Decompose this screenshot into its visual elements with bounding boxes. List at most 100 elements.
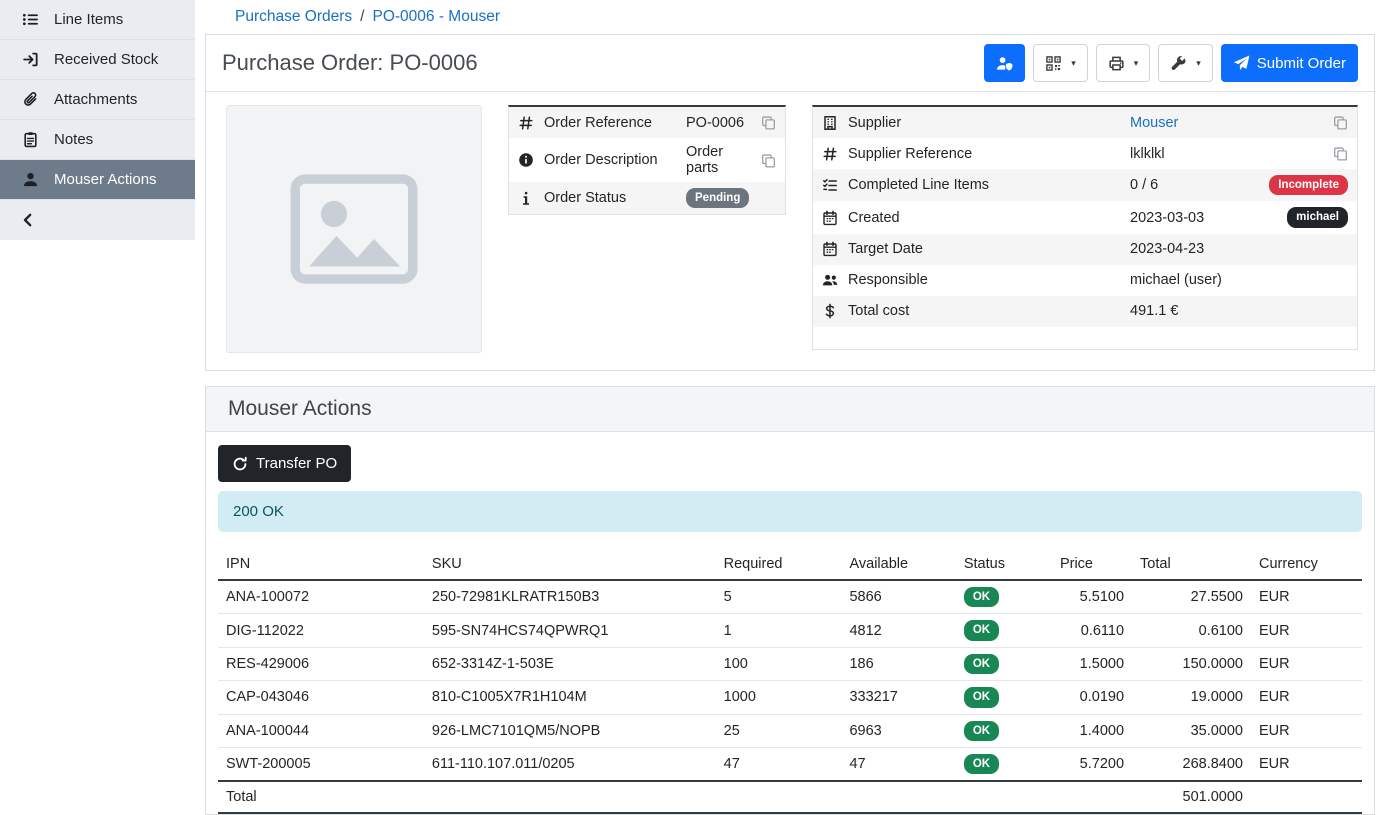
mouser-actions-body: Transfer PO 200 OK IPNSKURequiredAvailab… bbox=[206, 432, 1374, 814]
wrench-icon bbox=[1170, 55, 1187, 72]
cell-sku: 652-3314Z-1-503E bbox=[424, 647, 716, 680]
detail-row-supplier: Supplier Mouser bbox=[813, 107, 1357, 138]
detail-row-responsible: Responsiblemichael (user) bbox=[813, 265, 1357, 296]
detail-label: Supplier Reference bbox=[848, 146, 1120, 162]
cell-currency: EUR bbox=[1251, 747, 1362, 781]
detail-label: Supplier bbox=[848, 115, 1120, 131]
total-label: Total bbox=[218, 781, 424, 813]
paper-plane-icon bbox=[1233, 55, 1250, 72]
footer-cell bbox=[841, 781, 955, 813]
order-actions-button[interactable]: ▾ bbox=[1158, 44, 1213, 82]
info-icon bbox=[518, 190, 534, 206]
detail-value: PO-0006 bbox=[686, 115, 751, 131]
status-ok-badge: OK bbox=[964, 754, 999, 774]
user-admin-button[interactable] bbox=[984, 44, 1025, 82]
print-actions-button[interactable]: ▾ bbox=[1096, 44, 1151, 82]
calendar-icon bbox=[822, 241, 838, 257]
refresh-icon bbox=[232, 456, 248, 472]
detail-value: Order parts bbox=[686, 144, 751, 176]
users-icon bbox=[822, 272, 838, 288]
cell-price: 1.5000 bbox=[1052, 647, 1132, 680]
mouser-actions-header: Mouser Actions bbox=[206, 387, 1374, 432]
purchase-order-header: Purchase Order: PO-0006 ▾▾▾Submit Order bbox=[206, 35, 1374, 92]
cell-available: 333217 bbox=[841, 681, 955, 714]
page-title: Purchase Order: PO-0006 bbox=[222, 50, 478, 76]
detail-row-order-description: Order Description Order parts bbox=[509, 138, 785, 182]
header-actions: ▾▾▾Submit Order bbox=[984, 44, 1358, 82]
table-row: ANA-100044926-LMC7101QM5/NOPB256963OK1.4… bbox=[218, 714, 1362, 747]
cell-required: 1000 bbox=[716, 681, 842, 714]
cell-sku: 595-SN74HCS74QPWRQ1 bbox=[424, 614, 716, 647]
order-details-table: Order ReferencePO-0006Order DescriptionO… bbox=[508, 105, 786, 215]
list-check-icon bbox=[822, 177, 838, 193]
detail-label: Completed Line Items bbox=[848, 177, 1120, 193]
cell-required: 47 bbox=[716, 747, 842, 781]
detail-row-target-date: Target Date2023-04-23 bbox=[813, 234, 1357, 265]
supplier-details-table: Supplier Mouser Supplier Referencelklklkl C… bbox=[812, 105, 1358, 350]
cell-price: 5.5100 bbox=[1052, 580, 1132, 614]
copy-icon[interactable] bbox=[1333, 115, 1348, 130]
caret-down-icon: ▾ bbox=[1071, 59, 1076, 68]
cell-total: 27.5500 bbox=[1132, 580, 1251, 614]
michael-badge: michael bbox=[1287, 207, 1348, 227]
sidebar-item-received-stock[interactable]: Received Stock bbox=[0, 40, 195, 80]
pending-badge: Pending bbox=[686, 188, 749, 208]
info-circle-icon bbox=[518, 152, 534, 168]
cell-sku: 250-72981KLRATR150B3 bbox=[424, 580, 716, 614]
column-header-ipn: IPN bbox=[218, 549, 424, 580]
copy-icon[interactable] bbox=[1333, 146, 1348, 161]
footer-cell bbox=[424, 781, 716, 813]
table-row: CAP-043046810-C1005X7R1H104M1000333217OK… bbox=[218, 681, 1362, 714]
user-icon bbox=[22, 171, 39, 188]
cell-available: 5866 bbox=[841, 580, 955, 614]
copy-icon[interactable] bbox=[761, 153, 776, 168]
footer-cell bbox=[956, 781, 1052, 813]
detail-value: michael (user) bbox=[1130, 272, 1348, 288]
sidebar-item-notes[interactable]: Notes bbox=[0, 120, 195, 160]
breadcrumb-separator: / bbox=[360, 8, 364, 26]
transfer-po-button[interactable]: Transfer PO bbox=[218, 445, 351, 482]
cell-ipn: CAP-043046 bbox=[218, 681, 424, 714]
cell-required: 5 bbox=[716, 580, 842, 614]
image-placeholder-icon bbox=[279, 154, 429, 304]
status-ok-badge: OK bbox=[964, 721, 999, 741]
sidebar-collapse-button[interactable] bbox=[0, 200, 195, 240]
column-header-total: Total bbox=[1132, 549, 1251, 580]
cell-status: OK bbox=[956, 580, 1052, 614]
detail-row-supplier-reference: Supplier Referencelklklkl bbox=[813, 138, 1357, 169]
list-icon bbox=[22, 11, 39, 28]
sidebar-item-line-items[interactable]: Line Items bbox=[0, 0, 195, 40]
sidebar-item-mouser-actions[interactable]: Mouser Actions bbox=[0, 160, 195, 200]
barcode-actions-button[interactable]: ▾ bbox=[1033, 44, 1088, 82]
incomplete-badge: Incomplete bbox=[1269, 175, 1348, 195]
detail-row-created: Created2023-03-03michael bbox=[813, 201, 1357, 233]
status-ok-badge: OK bbox=[964, 587, 999, 607]
detail-value[interactable]: Mouser bbox=[1130, 115, 1323, 131]
cell-sku: 926-LMC7101QM5/NOPB bbox=[424, 714, 716, 747]
detail-label: Order Description bbox=[544, 152, 676, 168]
calendar-icon bbox=[822, 210, 838, 226]
detail-value: 2023-04-23 bbox=[1130, 241, 1348, 257]
detail-label: Order Reference bbox=[544, 115, 676, 131]
printer-icon bbox=[1108, 55, 1125, 72]
footer-cell bbox=[716, 781, 842, 813]
sidebar-item-label: Attachments bbox=[54, 91, 137, 108]
sidebar-item-attachments[interactable]: Attachments bbox=[0, 80, 195, 120]
main-content: Purchase Orders / PO-0006 - Mouser Purch… bbox=[195, 0, 1383, 815]
breadcrumb-current-order[interactable]: PO-0006 - Mouser bbox=[372, 8, 500, 26]
detail-label: Total cost bbox=[848, 303, 1120, 319]
cell-status: OK bbox=[956, 647, 1052, 680]
cell-status: OK bbox=[956, 614, 1052, 647]
submit-order-button[interactable]: Submit Order bbox=[1221, 44, 1358, 82]
breadcrumb-purchase-orders[interactable]: Purchase Orders bbox=[235, 8, 352, 26]
sidebar-item-label: Mouser Actions bbox=[54, 171, 157, 188]
column-header-status: Status bbox=[956, 549, 1052, 580]
paperclip-icon bbox=[22, 91, 39, 108]
detail-value: 2023-03-03 bbox=[1130, 210, 1277, 226]
chevron-left-icon bbox=[20, 212, 36, 228]
status-ok-badge: OK bbox=[964, 654, 999, 674]
part-image-placeholder[interactable] bbox=[226, 105, 482, 353]
cell-available: 186 bbox=[841, 647, 955, 680]
copy-icon[interactable] bbox=[761, 115, 776, 130]
status-ok-badge: OK bbox=[964, 620, 999, 640]
